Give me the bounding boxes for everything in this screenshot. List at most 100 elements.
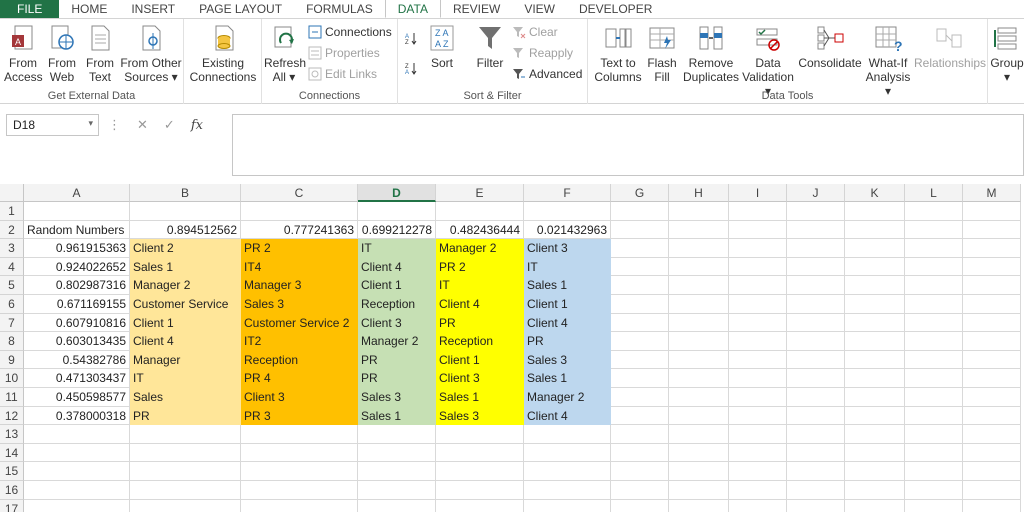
cell-g5[interactable] <box>611 276 669 295</box>
cell-e17[interactable] <box>436 499 524 512</box>
row-header-17[interactable]: 17 <box>0 499 24 512</box>
cell-l6[interactable] <box>905 295 963 314</box>
cell-l7[interactable] <box>905 313 963 333</box>
cell-b5[interactable]: Manager 2 <box>130 276 241 295</box>
cell-m6[interactable] <box>963 295 1021 314</box>
column-header-g[interactable]: G <box>611 184 669 202</box>
row-header-8[interactable]: 8 <box>0 332 24 351</box>
cell-g16[interactable] <box>611 481 669 500</box>
cell-d2[interactable]: 0.699212278 <box>358 220 436 240</box>
cell-b1[interactable] <box>130 202 241 221</box>
cell-l1[interactable] <box>905 202 963 221</box>
refresh-all-button[interactable]: Refresh All ▾ <box>264 23 306 84</box>
cell-i11[interactable] <box>729 388 787 407</box>
row-header-10[interactable]: 10 <box>0 369 24 388</box>
cell-g12[interactable] <box>611 406 669 426</box>
cell-c12[interactable]: PR 3 <box>241 406 358 426</box>
cell-k3[interactable] <box>845 239 905 258</box>
cell-i4[interactable] <box>729 257 787 277</box>
cell-g6[interactable] <box>611 295 669 314</box>
cell-f16[interactable] <box>524 481 611 500</box>
row-header-11[interactable]: 11 <box>0 388 24 407</box>
cell-l5[interactable] <box>905 276 963 295</box>
cell-j9[interactable] <box>787 350 845 370</box>
cell-g8[interactable] <box>611 332 669 351</box>
cell-g1[interactable] <box>611 202 669 221</box>
column-header-e[interactable]: E <box>436 184 524 202</box>
cell-c14[interactable] <box>241 443 358 463</box>
cell-b16[interactable] <box>130 481 241 500</box>
cell-m2[interactable] <box>963 220 1021 240</box>
cell-e16[interactable] <box>436 481 524 500</box>
cell-l4[interactable] <box>905 257 963 277</box>
cell-k6[interactable] <box>845 295 905 314</box>
row-header-3[interactable]: 3 <box>0 239 24 258</box>
cell-m3[interactable] <box>963 239 1021 258</box>
cell-d4[interactable]: Client 4 <box>358 257 436 277</box>
cell-g7[interactable] <box>611 313 669 333</box>
cell-g11[interactable] <box>611 388 669 407</box>
cell-i10[interactable] <box>729 369 787 388</box>
cell-i3[interactable] <box>729 239 787 258</box>
row-header-16[interactable]: 16 <box>0 481 24 500</box>
cell-b8[interactable]: Client 4 <box>130 332 241 351</box>
cell-m11[interactable] <box>963 388 1021 407</box>
cell-k2[interactable] <box>845 220 905 240</box>
cell-c2[interactable]: 0.777241363 <box>241 220 358 240</box>
cell-b10[interactable]: IT <box>130 369 241 388</box>
data-validation-button[interactable]: Data Validation ▾ <box>738 23 798 98</box>
cell-f13[interactable] <box>524 425 611 444</box>
tab-page-layout[interactable]: PAGE LAYOUT <box>187 0 294 18</box>
cell-l17[interactable] <box>905 499 963 512</box>
cell-m17[interactable] <box>963 499 1021 512</box>
cell-a9[interactable]: 0.54382786 <box>24 350 130 370</box>
cell-f1[interactable] <box>524 202 611 221</box>
cell-j13[interactable] <box>787 425 845 444</box>
insert-function-icon[interactable]: fx <box>191 118 203 133</box>
cell-k7[interactable] <box>845 313 905 333</box>
cell-d9[interactable]: PR <box>358 350 436 370</box>
tab-review[interactable]: REVIEW <box>441 0 512 18</box>
cell-j2[interactable] <box>787 220 845 240</box>
cell-h13[interactable] <box>669 425 729 444</box>
cell-k14[interactable] <box>845 443 905 463</box>
tab-formulas[interactable]: FORMULAS <box>294 0 385 18</box>
cell-a14[interactable] <box>24 443 130 463</box>
cell-g2[interactable] <box>611 220 669 240</box>
cell-d7[interactable]: Client 3 <box>358 313 436 333</box>
cell-i7[interactable] <box>729 313 787 333</box>
cell-k17[interactable] <box>845 499 905 512</box>
group-button[interactable]: Group ▾ <box>990 23 1024 84</box>
cell-i1[interactable] <box>729 202 787 221</box>
cell-i2[interactable] <box>729 220 787 240</box>
cell-c15[interactable] <box>241 462 358 481</box>
cell-j6[interactable] <box>787 295 845 314</box>
cell-j12[interactable] <box>787 406 845 426</box>
row-header-9[interactable]: 9 <box>0 350 24 370</box>
cell-g13[interactable] <box>611 425 669 444</box>
name-box[interactable]: D18 ▾ <box>6 114 99 136</box>
tab-view[interactable]: VIEW <box>512 0 567 18</box>
cell-e14[interactable] <box>436 443 524 463</box>
cell-f17[interactable] <box>524 499 611 512</box>
cell-b15[interactable] <box>130 462 241 481</box>
cell-f2[interactable]: 0.021432963 <box>524 220 611 240</box>
cell-d8[interactable]: Manager 2 <box>358 332 436 351</box>
from-web-button[interactable]: From Web <box>44 23 80 84</box>
cell-m15[interactable] <box>963 462 1021 481</box>
from-other-sources-button[interactable]: From Other Sources ▾ <box>120 23 182 84</box>
cell-m10[interactable] <box>963 369 1021 388</box>
row-header-15[interactable]: 15 <box>0 462 24 481</box>
cell-l3[interactable] <box>905 239 963 258</box>
cell-e4[interactable]: PR 2 <box>436 257 524 277</box>
clear-filter-button[interactable]: Clear <box>512 23 558 41</box>
cell-i14[interactable] <box>729 443 787 463</box>
cell-f14[interactable] <box>524 443 611 463</box>
cell-b7[interactable]: Client 1 <box>130 313 241 333</box>
cell-l15[interactable] <box>905 462 963 481</box>
cell-h8[interactable] <box>669 332 729 351</box>
cell-a1[interactable] <box>24 202 130 221</box>
cell-f10[interactable]: Sales 1 <box>524 369 611 388</box>
cell-h14[interactable] <box>669 443 729 463</box>
cell-h4[interactable] <box>669 257 729 277</box>
